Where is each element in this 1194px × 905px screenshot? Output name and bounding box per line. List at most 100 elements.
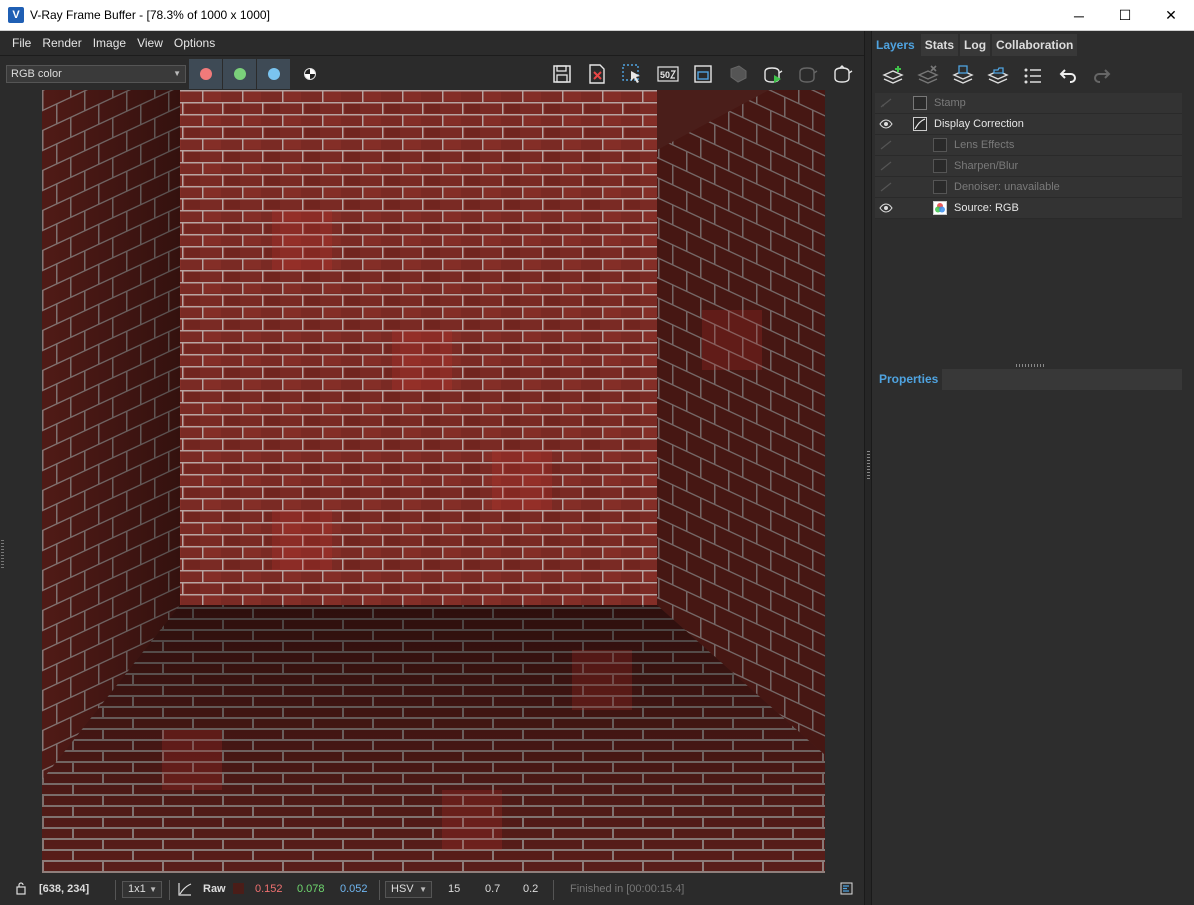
load-layers-icon[interactable]	[982, 59, 1014, 93]
tab-log[interactable]: Log	[960, 34, 991, 56]
layer-label: Display Correction	[934, 118, 1024, 130]
color-swatch	[233, 883, 244, 894]
blue-value: 0.052	[340, 883, 368, 895]
layers-panel: Layers Stats Log Collaboration Stamp Dis…	[872, 31, 1194, 905]
rendered-image-svg	[42, 90, 825, 873]
save-layers-icon[interactable]	[947, 59, 979, 93]
menu-bar: File Render Image View Options	[0, 31, 864, 55]
tab-collaboration[interactable]: Collaboration	[992, 34, 1078, 56]
denoiser-icon	[933, 180, 947, 194]
layer-list-icon[interactable]	[1017, 59, 1049, 93]
layer-row-stamp[interactable]: Stamp	[875, 93, 1182, 114]
add-layer-icon[interactable]	[877, 59, 909, 93]
green-channel-button[interactable]	[223, 59, 256, 89]
layer-label: Denoiser: unavailable	[954, 181, 1060, 193]
panel-splitter[interactable]	[864, 31, 872, 905]
clear-image-icon[interactable]	[583, 61, 611, 87]
bucket-size-icon[interactable]: 50	[654, 61, 682, 87]
ratio-select[interactable]: 1x1 ▼	[122, 881, 162, 898]
red-value: 0.152	[255, 883, 283, 895]
render-viewport[interactable]	[0, 90, 864, 875]
tab-stats[interactable]: Stats	[920, 34, 959, 56]
chevron-down-icon: ▼	[149, 885, 157, 894]
toggle-panel-icon[interactable]	[840, 882, 853, 898]
svg-text:50: 50	[660, 70, 670, 80]
panel-tabs: Layers Stats Log Collaboration	[872, 34, 1079, 56]
layer-label: Source: RGB	[954, 202, 1019, 214]
blue-dot-icon	[267, 68, 280, 80]
save-image-icon[interactable]	[548, 61, 576, 87]
properties-header: Properties	[875, 369, 1182, 390]
layer-list: Stamp Display Correction Lens Effects Sh…	[875, 93, 1182, 219]
channel-select-value: RGB color	[11, 68, 62, 80]
vray-icon: V	[8, 7, 24, 23]
rgb-source-icon	[933, 201, 947, 215]
curve-icon	[913, 117, 927, 131]
status-bar: [638, 234] 1x1 ▼ Raw 0.152 0.078 0.052 HS…	[0, 875, 864, 905]
render-time: Finished in [00:00:15.4]	[570, 883, 685, 895]
layer-label: Stamp	[934, 97, 966, 109]
green-dot-icon	[233, 68, 246, 80]
toolbar: RGB color ▼ 50	[0, 55, 864, 91]
maximize-button[interactable]: ☐	[1102, 0, 1148, 31]
color-mode-select[interactable]: HSV ▼	[385, 881, 432, 898]
eye-icon[interactable]	[879, 118, 893, 130]
region-render-icon[interactable]	[689, 61, 717, 87]
color-curve-icon[interactable]	[177, 881, 193, 900]
eye-hidden-icon[interactable]	[879, 139, 893, 151]
rendered-image[interactable]	[42, 90, 825, 873]
layer-row-denoiser[interactable]: Denoiser: unavailable	[875, 177, 1182, 198]
layer-row-display-correction[interactable]: Display Correction	[875, 114, 1182, 135]
minimize-button[interactable]: ─	[1056, 0, 1102, 31]
undo-icon[interactable]	[1052, 59, 1084, 93]
chevron-down-icon: ▼	[419, 885, 427, 894]
menu-render[interactable]: Render	[36, 36, 86, 50]
pixel-coords: [638, 234]	[39, 883, 90, 895]
color-mode-value: HSV	[391, 883, 414, 895]
layer-row-lens-effects[interactable]: Lens Effects	[875, 135, 1182, 156]
window-title: V-Ray Frame Buffer - [78.3% of 1000 x 10…	[30, 8, 270, 22]
layer-row-sharpen-blur[interactable]: Sharpen/Blur	[875, 156, 1182, 177]
alpha-icon	[303, 68, 316, 80]
value-value: 0.2	[523, 883, 539, 895]
layer-label: Lens Effects	[954, 139, 1015, 151]
render-icon[interactable]	[829, 61, 857, 87]
track-mouse-icon[interactable]	[618, 61, 646, 87]
tab-layers[interactable]: Layers	[872, 34, 919, 56]
red-dot-icon	[199, 68, 212, 80]
alpha-channel-button[interactable]	[293, 59, 326, 89]
eye-icon[interactable]	[879, 202, 893, 214]
menu-image[interactable]: Image	[87, 36, 131, 50]
layer-row-source-rgb[interactable]: Source: RGB	[875, 198, 1182, 219]
splitter-grip[interactable]	[867, 451, 870, 481]
menu-view[interactable]: View	[131, 36, 168, 50]
render-last-icon[interactable]	[794, 61, 822, 87]
stop-render-icon[interactable]	[724, 61, 752, 87]
divider	[553, 880, 554, 900]
blue-channel-button[interactable]	[257, 59, 290, 89]
delete-layer-icon[interactable]	[912, 59, 944, 93]
divider	[169, 880, 170, 900]
ratio-value: 1x1	[128, 883, 146, 895]
layer-label: Sharpen/Blur	[954, 160, 1019, 172]
divider	[115, 880, 116, 900]
close-button[interactable]: ✕	[1148, 0, 1194, 31]
raw-label: Raw	[203, 883, 226, 895]
interactive-render-icon[interactable]	[759, 61, 787, 87]
eye-hidden-icon[interactable]	[879, 160, 893, 172]
menu-options[interactable]: Options	[168, 36, 220, 50]
properties-title: Properties	[875, 369, 943, 390]
green-value: 0.078	[297, 883, 325, 895]
red-channel-button[interactable]	[189, 59, 222, 89]
lens-effects-icon	[933, 138, 947, 152]
left-splitter-grip[interactable]	[1, 540, 4, 570]
hue-value: 15	[448, 883, 461, 895]
redo-icon[interactable]	[1086, 59, 1118, 93]
saturation-value: 0.7	[485, 883, 501, 895]
eye-hidden-icon[interactable]	[879, 97, 893, 109]
splitter-grip[interactable]	[1016, 364, 1046, 367]
lock-pick-icon[interactable]	[14, 881, 28, 898]
channel-select[interactable]: RGB color ▼	[6, 65, 186, 83]
eye-hidden-icon[interactable]	[879, 181, 893, 193]
menu-file[interactable]: File	[6, 36, 36, 50]
